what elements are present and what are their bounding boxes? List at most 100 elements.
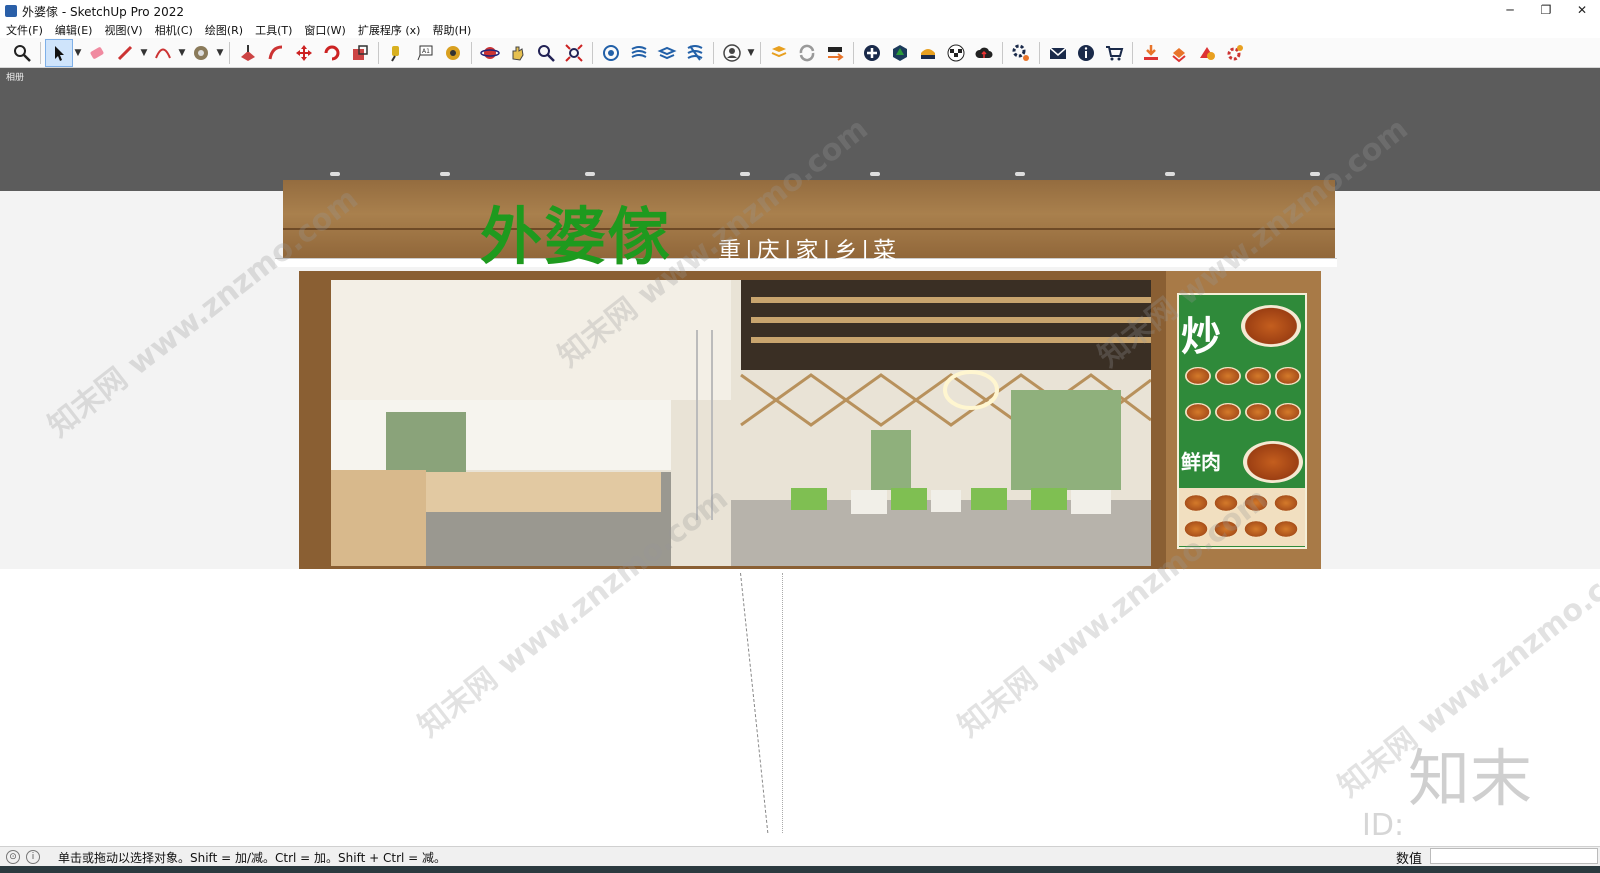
menu-draw[interactable]: 绘图(R) bbox=[199, 22, 249, 38]
brand-logo-watermark: 知末 bbox=[1408, 742, 1533, 815]
rotate-icon[interactable] bbox=[318, 39, 346, 67]
toolbar-separator bbox=[378, 41, 379, 64]
download-icon[interactable] bbox=[1137, 39, 1165, 67]
refresh-icon[interactable] bbox=[793, 39, 821, 67]
mail-icon[interactable] bbox=[1044, 39, 1072, 67]
scene-tab[interactable]: 相册 bbox=[6, 70, 24, 83]
menu-tools[interactable]: 工具(T) bbox=[249, 22, 298, 38]
tape-measure-icon[interactable] bbox=[383, 39, 411, 67]
zoom-window-icon[interactable] bbox=[532, 39, 560, 67]
window-title: 外婆傢 - SketchUp Pro 2022 bbox=[22, 4, 184, 19]
model-viewport[interactable]: 相册 外婆傢 重|庆|家|乡|菜 炒 鲜肉 知末网 www.znzmo.com … bbox=[0, 68, 1600, 846]
restaurant-brand-name: 外婆傢 bbox=[480, 200, 673, 273]
toolbar-separator bbox=[1132, 41, 1133, 64]
menu-help[interactable]: 帮助(H) bbox=[426, 22, 477, 38]
minimize-button[interactable]: ─ bbox=[1492, 0, 1528, 22]
scale-icon[interactable] bbox=[346, 39, 374, 67]
toolbar-separator bbox=[471, 41, 472, 64]
menu-dish-image bbox=[1185, 367, 1211, 385]
cart-icon[interactable] bbox=[1100, 39, 1128, 67]
menu-view[interactable]: 视图(V) bbox=[98, 22, 148, 38]
menu-extensions[interactable]: 扩展程序 (x) bbox=[352, 22, 427, 38]
chart-icon[interactable] bbox=[914, 39, 942, 67]
toolbar-separator bbox=[592, 41, 593, 64]
components-icon[interactable] bbox=[597, 39, 625, 67]
measurements-input[interactable] bbox=[1430, 848, 1598, 864]
maximize-button[interactable]: ❐ bbox=[1528, 0, 1564, 22]
window-controls: ─ ❐ ✕ bbox=[1492, 0, 1600, 22]
menu-edit[interactable]: 编辑(E) bbox=[49, 22, 99, 38]
menu-dish-image bbox=[1245, 403, 1271, 421]
tree-icon[interactable] bbox=[886, 39, 914, 67]
menu-dish-image bbox=[1241, 305, 1301, 347]
interior-scene-illustration bbox=[331, 280, 1151, 566]
credits-icon[interactable]: i bbox=[26, 850, 40, 864]
upload-icon[interactable] bbox=[1165, 39, 1193, 67]
settings-icon[interactable] bbox=[1007, 39, 1035, 67]
main-toolbar: ▼ ▼ ▼ ▼ A1 ▼ bbox=[0, 38, 1600, 68]
svg-text:A1: A1 bbox=[422, 48, 430, 55]
ceiling-light bbox=[1165, 172, 1175, 176]
menu-dish-image bbox=[1215, 367, 1241, 385]
zoom-icon[interactable] bbox=[8, 39, 36, 67]
toolbar-separator bbox=[40, 41, 41, 64]
toolbar-separator bbox=[229, 41, 230, 64]
follow-me-icon[interactable] bbox=[262, 39, 290, 67]
toolbar-separator bbox=[853, 41, 854, 64]
paint-dropdown-icon[interactable]: ▼ bbox=[215, 48, 225, 58]
menu-dish-image bbox=[1273, 494, 1299, 512]
geo-location-icon[interactable]: ⊙ bbox=[6, 850, 20, 864]
user-dropdown-icon[interactable]: ▼ bbox=[746, 48, 756, 58]
toolbar-separator bbox=[713, 41, 714, 64]
plugin-icon[interactable] bbox=[1193, 39, 1221, 67]
ceiling-light bbox=[740, 172, 750, 176]
checker-icon[interactable] bbox=[942, 39, 970, 67]
menu-window[interactable]: 窗口(W) bbox=[298, 22, 351, 38]
close-button[interactable]: ✕ bbox=[1564, 0, 1600, 22]
model-axis-line bbox=[782, 573, 784, 833]
arc-dropdown-icon[interactable]: ▼ bbox=[177, 48, 187, 58]
title-bar: 外婆傢 - SketchUp Pro 2022 ─ ❐ ✕ bbox=[0, 0, 1600, 22]
zoom-extents-icon[interactable] bbox=[560, 39, 588, 67]
styles-icon[interactable] bbox=[681, 39, 709, 67]
materials-icon[interactable] bbox=[625, 39, 653, 67]
add-icon[interactable] bbox=[858, 39, 886, 67]
arc-icon[interactable] bbox=[149, 39, 177, 67]
menu-file[interactable]: 文件(F) bbox=[0, 22, 49, 38]
gear-icon[interactable] bbox=[1221, 39, 1249, 67]
menu-dish-image bbox=[1243, 441, 1303, 483]
select-icon[interactable] bbox=[45, 38, 73, 67]
eraser-icon[interactable] bbox=[83, 39, 111, 67]
status-hint: 单击或拖动以选择对象。Shift = 加/减。Ctrl = 加。Shift + … bbox=[58, 850, 447, 865]
asset-id-watermark: ID: 1175098501 bbox=[1362, 808, 1553, 846]
info-icon[interactable] bbox=[1072, 39, 1100, 67]
menu-dish-image bbox=[1275, 367, 1301, 385]
taskbar-edge bbox=[0, 866, 1600, 873]
status-bar: ⊙ i 单击或拖动以选择对象。Shift = 加/减。Ctrl = 加。Shif… bbox=[0, 846, 1600, 867]
warehouse-icon[interactable] bbox=[765, 39, 793, 67]
paint-icon[interactable] bbox=[187, 39, 215, 67]
toolbar-separator bbox=[1002, 41, 1003, 64]
orbit-icon[interactable] bbox=[476, 39, 504, 67]
export-icon[interactable] bbox=[821, 39, 849, 67]
menu-camera[interactable]: 相机(C) bbox=[149, 22, 199, 38]
pencil-icon[interactable] bbox=[111, 39, 139, 67]
interior-view-image bbox=[331, 280, 1151, 566]
model-axis-line bbox=[740, 573, 770, 833]
signboard-plank-line bbox=[283, 228, 1335, 230]
menu-bar: 文件(F) 编辑(E) 视图(V) 相机(C) 绘图(R) 工具(T) 窗口(W… bbox=[0, 22, 1600, 38]
text-icon[interactable]: A1 bbox=[411, 39, 439, 67]
section-icon[interactable] bbox=[439, 39, 467, 67]
ceiling-light bbox=[440, 172, 450, 176]
pan-icon[interactable] bbox=[504, 39, 532, 67]
pencil-dropdown-icon[interactable]: ▼ bbox=[139, 48, 149, 58]
user-icon[interactable] bbox=[718, 39, 746, 67]
cloud-icon[interactable] bbox=[970, 39, 998, 67]
menu-dish-image bbox=[1185, 403, 1211, 421]
push-pull-icon[interactable] bbox=[234, 39, 262, 67]
sketchup-app-icon bbox=[5, 5, 17, 17]
select-dropdown-icon[interactable]: ▼ bbox=[73, 48, 83, 58]
move-icon[interactable] bbox=[290, 39, 318, 67]
measurements-label: 数值 bbox=[1396, 852, 1423, 867]
layers-icon[interactable] bbox=[653, 39, 681, 67]
